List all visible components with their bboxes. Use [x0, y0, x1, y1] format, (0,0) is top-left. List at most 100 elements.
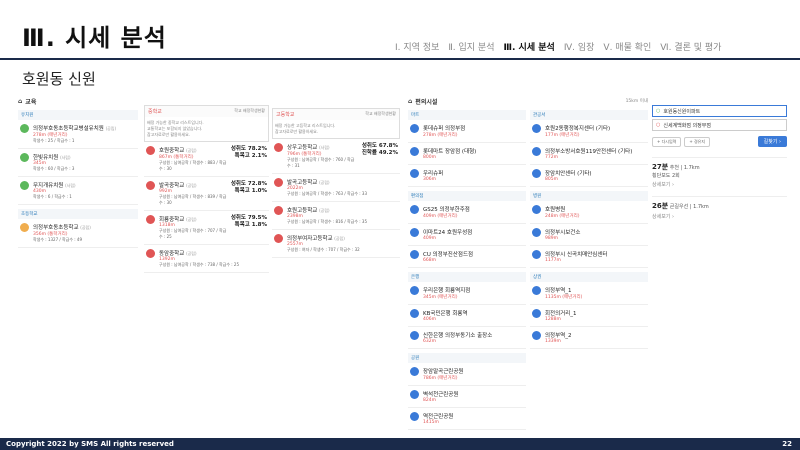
list-item[interactable]: 한빛유치원 (사립) 345m 학생수 : 60 / 학급수 : 3	[18, 149, 138, 177]
page-number: 22	[782, 440, 792, 448]
middle-title: 중학교	[148, 109, 162, 115]
page-title: Ⅲ. 시세 분석	[22, 24, 167, 52]
place-icon	[410, 309, 419, 318]
school-icon	[274, 178, 283, 187]
list-item[interactable]: 발곡고등학교 (공립) 2022m 구성원 : 남여공학 / 학생수 : 763 /…	[272, 174, 400, 202]
list-item[interactable]: 호원중학교 (공립) 867m (통학거리) 구성원 : 남여공학 / 학생수 : …	[144, 142, 269, 177]
place-icon	[410, 286, 419, 295]
section-nav: Ⅰ. 지역 정보 Ⅱ. 입지 분석 Ⅲ. 시세 분석 Ⅳ. 임장 Ⅴ. 매물 확…	[395, 40, 721, 53]
route-from-input[interactable]: ○ 호원동신원이파트	[652, 105, 787, 117]
page-subtitle: 호원동 신원	[22, 70, 96, 88]
amenities-header: ⌂ 편의시설 15km 이내	[408, 96, 648, 106]
amenity-item[interactable]: 호원병원 248m (매년거리)	[530, 201, 648, 224]
middle-hint[interactable]: 학교 배정학생현황	[234, 108, 265, 115]
place-icon	[410, 367, 419, 376]
reset-button[interactable]: + 다시입력	[652, 136, 682, 147]
list-item[interactable]: 발곡중학교 (공립) 992m 구성원 : 남여공학 / 학생수 : 839 / 학…	[144, 177, 269, 211]
list-item[interactable]: 회룡중학교 (공립) 1318m 구성원 : 남여공학 / 학생수 : 707 / …	[144, 211, 269, 245]
place-icon	[532, 124, 541, 133]
header-divider	[0, 58, 800, 60]
amenity-item[interactable]: 롯데슈퍼 의정부점 278m (매년거리)	[408, 120, 526, 143]
amenity-item[interactable]: 신한은행 의정부동기소 출장소 632m	[408, 327, 526, 349]
nav-item-3[interactable]: Ⅲ. 시세 분석	[504, 40, 555, 53]
amenity-section-label: 은행	[408, 272, 526, 282]
list-item[interactable]: 상우고등학교 (사립) 796m (통학거리) 구성원 : 남여공학 / 학생수 :…	[272, 139, 400, 174]
amenity-item[interactable]: 우리은행 회룡역지점 345m (매년거리)	[408, 282, 526, 305]
amenity-item[interactable]: 우리슈퍼 306m	[408, 165, 526, 187]
education-title: 교육	[25, 98, 37, 106]
high-hint[interactable]: 학교 배정학생현황	[365, 111, 396, 118]
place-icon	[410, 390, 419, 399]
list-item[interactable]: 의정부호동초등학교 (공립) 356m (통학거리) 학생수 : 1327 / 학급…	[18, 219, 138, 248]
nav-item-6[interactable]: Ⅵ. 결론 및 평가	[660, 40, 721, 53]
amenity-item[interactable]: 롯데마트 장암점 (대형) 800m	[408, 143, 526, 165]
place-icon	[532, 147, 541, 156]
amenity-section-label: 마트	[408, 110, 526, 120]
nav-item-2[interactable]: Ⅱ. 입지 분석	[448, 40, 494, 53]
amenities-panel: ⌂ 편의시설 15km 이내 마트 롯데슈퍼 의정부점 278m (매년거리) 롯데마트 …	[408, 96, 648, 430]
place-icon	[410, 205, 419, 214]
amenity-item[interactable]: 의정부소방서호원119안전센터 (기타) 772m	[530, 143, 648, 165]
nav-item-5[interactable]: Ⅴ. 매물 확인	[603, 40, 651, 53]
amenity-item[interactable]: 장암치안센터 (기타) 805m	[530, 165, 648, 187]
list-item[interactable]: 무지개유치원 (사립) 430m 학생수 : 6 / 학급수 : 1	[18, 177, 138, 205]
school-icon	[274, 206, 283, 215]
route-option-1[interactable]: 27분 추천 | 1.7km 횡단보도 2회 상세보기 ›	[652, 157, 787, 188]
detail-link-1[interactable]: 상세보기 ›	[652, 181, 787, 188]
amenity-item[interactable]: 역전근린공원 1415m	[408, 408, 526, 430]
list-item[interactable]: 동암중학교 (공립) 1392m 구성원 : 남여공학 / 학생수 : 738 / …	[144, 245, 269, 273]
list-item[interactable]: 의정부호동초등학교병설유치원 (공립) 278m (매년거리) 학생수 : 25 /…	[18, 120, 138, 149]
middle-notice: 배정 가능한 중학교 리스트입니다. 교통학교는 포함되지 않았습니다. 참고자료로…	[147, 120, 204, 137]
high-notice: 배정 가능한 고등학교 리스트입니다. 참고자료로만 활용하세요.	[275, 123, 336, 134]
copyright-text: Copyright 2022 by SMS All rights reserve…	[6, 440, 174, 448]
amenity-section-label: 편의점	[408, 191, 526, 201]
place-icon	[532, 309, 541, 318]
high-school-panel: 고등학교 학교 배정학생현황 배정 가능한 고등학교 리스트입니다. 참고자료로만 …	[272, 108, 400, 258]
place-icon	[532, 331, 541, 340]
school-icon	[146, 146, 155, 155]
school-icon	[274, 143, 283, 152]
amenity-section-label: 공원	[408, 353, 526, 363]
nav-item-1[interactable]: Ⅰ. 지역 정보	[395, 40, 439, 53]
waypoint-button[interactable]: + 경유지	[684, 136, 711, 147]
home-icon: ⌂	[18, 97, 23, 105]
place-icon	[532, 205, 541, 214]
place-icon	[410, 250, 419, 259]
school-icon	[146, 215, 155, 224]
amenity-section-label: 병원	[530, 191, 648, 201]
place-icon	[410, 412, 419, 421]
middle-school-panel: 중학교 학교 배정학생현황 배정 가능한 중학교 리스트입니다. 교통학교는 포함되…	[144, 105, 269, 273]
place-icon	[410, 147, 419, 156]
find-route-button[interactable]: 길찾기 ›	[757, 136, 787, 147]
origin-icon: ○	[656, 108, 661, 114]
amenity-item[interactable]: CU 의정부진산점드점 668m	[408, 246, 526, 268]
school-icon	[20, 181, 29, 190]
amenity-item[interactable]: 회전의거리_1 1288m	[530, 305, 648, 327]
amenity-item[interactable]: 의정부시 신곡치매안심센터 1177m	[530, 246, 648, 268]
amenity-item[interactable]: 벽석천근린공원 824m	[408, 386, 526, 408]
footer: Copyright 2022 by SMS All rights reserve…	[0, 438, 800, 450]
nav-item-4[interactable]: Ⅳ. 임장	[564, 40, 595, 53]
detail-link-2[interactable]: 상세보기 ›	[652, 213, 787, 220]
place-icon	[532, 228, 541, 237]
high-title: 고등학교	[276, 112, 295, 118]
amenity-item[interactable]: KB국민은행 회룡역 406m	[408, 305, 526, 327]
destination-icon: ○	[656, 122, 661, 128]
education-header: ⌂ 교육	[18, 96, 138, 106]
amenity-item[interactable]: 의정부역_2 1339m	[530, 327, 648, 349]
amenity-item[interactable]: GS25 의정부한주점 409m (매년거리)	[408, 201, 526, 224]
list-item[interactable]: 의정부여자고등학교 (공립) 2557m 구성원 : 여자 / 학생수 : 707 …	[272, 230, 400, 258]
amenity-item[interactable]: 의정부역_1 1135m (매년거리)	[530, 282, 648, 305]
route-option-2[interactable]: 26분 큰길우선 | 1.7km 상세보기 ›	[652, 196, 787, 220]
school-icon	[20, 153, 29, 162]
amenity-item[interactable]: 호원2동행정복지센터 (기타) 177m (매년거리)	[530, 120, 648, 143]
route-to-input[interactable]: ○ 신세계백화점 의정부점	[652, 119, 787, 131]
amenity-item[interactable]: 의정부시보건소 989m	[530, 224, 648, 246]
amenities-title: 편의시설	[415, 98, 438, 106]
amenity-item[interactable]: 이마트24 호원우성점 409m	[408, 224, 526, 246]
amenities-range: 15km 이내	[625, 99, 648, 104]
amenity-item[interactable]: 장암말곡근린공원 786m (매년거리)	[408, 363, 526, 386]
list-item[interactable]: 호원고등학교 (공립) 2398m 구성원 : 남여공학 / 학생수 : 816 /…	[272, 202, 400, 230]
education-panel: ⌂ 교육 유치원 의정부호동초등학교병설유치원 (공립) 278m (매년거리) 학생…	[18, 96, 138, 248]
amenity-section-label: 상권	[530, 272, 648, 282]
